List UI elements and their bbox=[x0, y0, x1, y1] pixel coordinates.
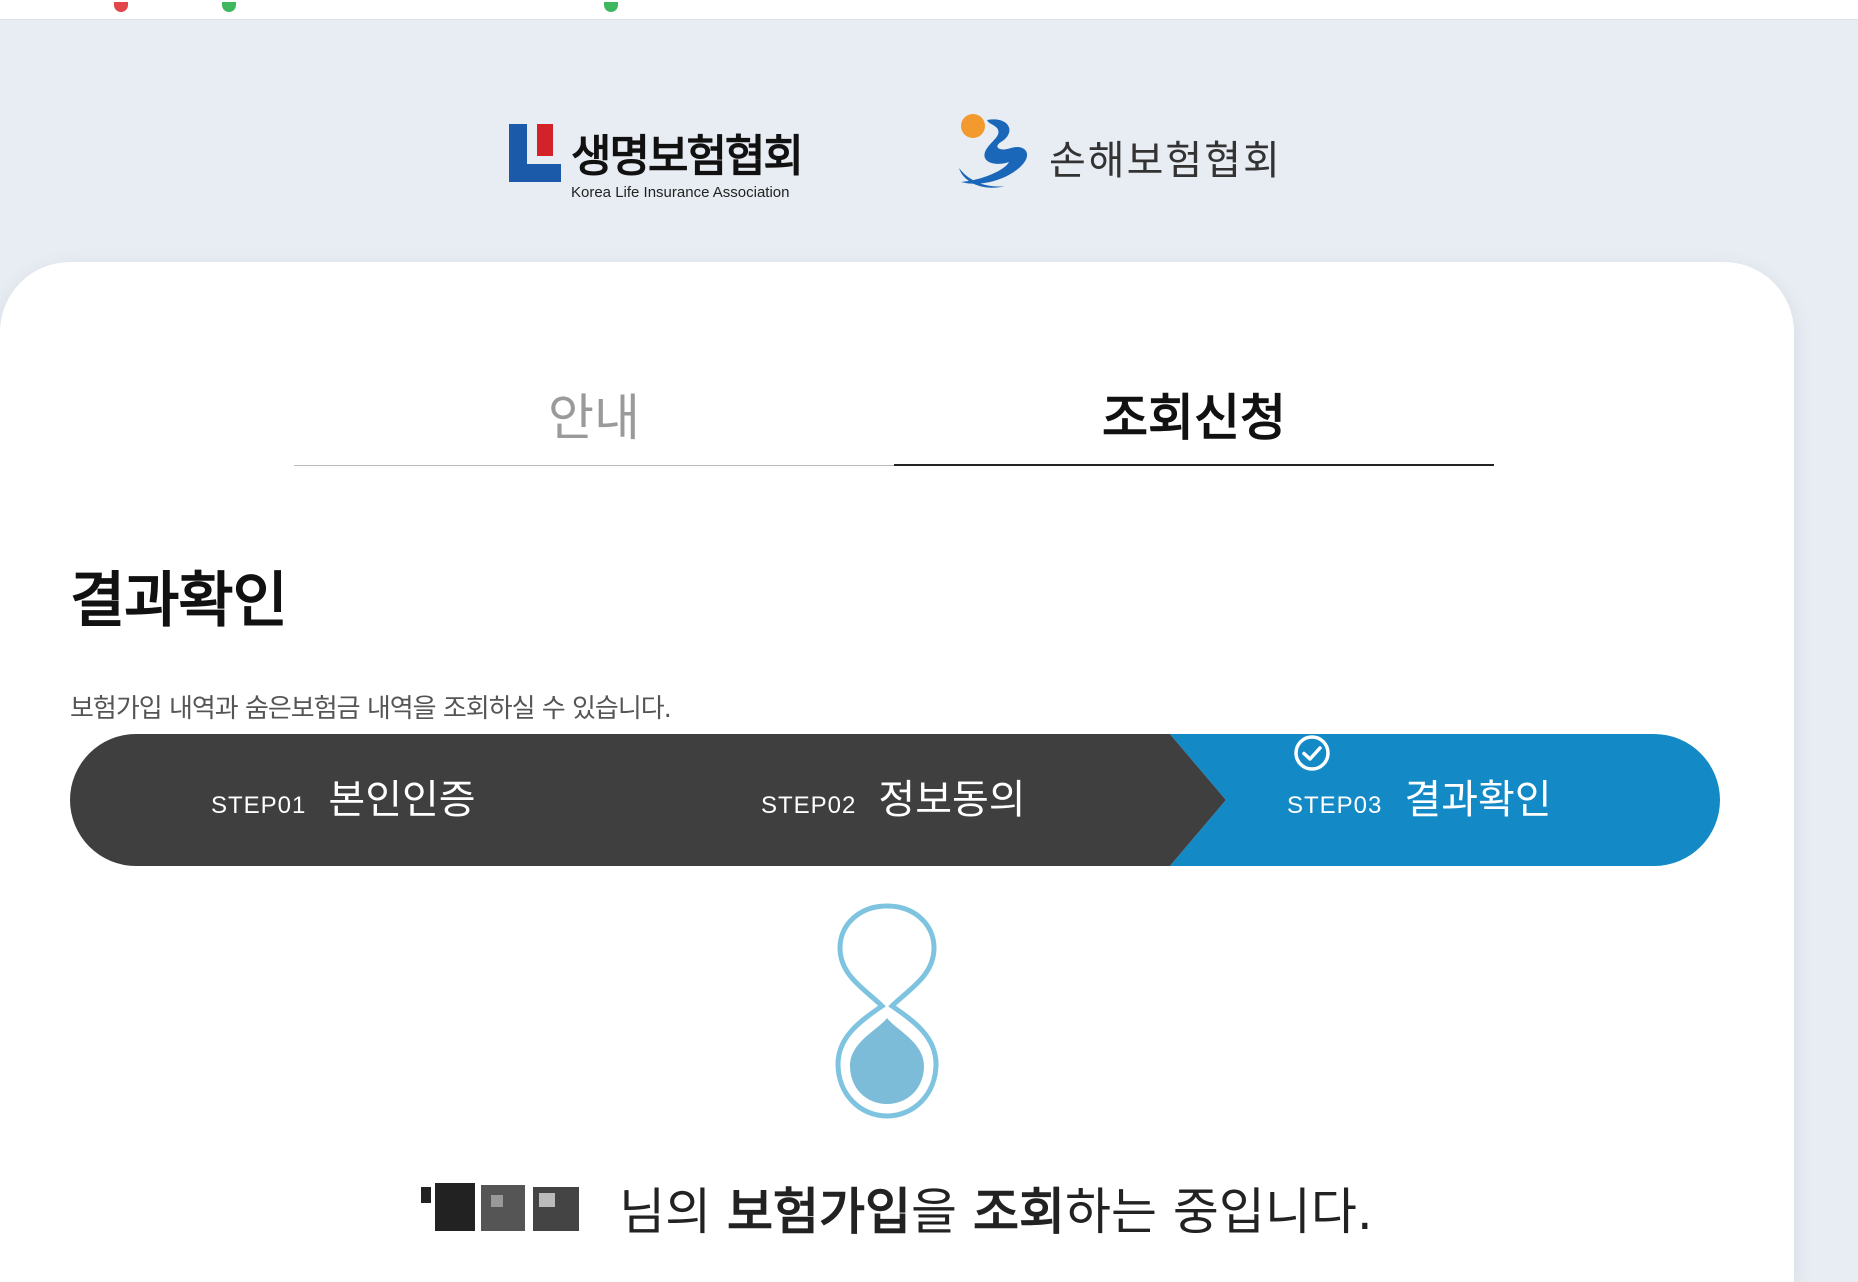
step-2-number: STEP02 bbox=[761, 792, 857, 819]
status-text-3: 하는 중입니다. bbox=[1064, 1183, 1373, 1241]
step-2: STEP02 정보동의 bbox=[761, 734, 1026, 866]
step-1: STEP01 본인인증 bbox=[211, 734, 476, 866]
status-bold-insurance: 보험가입 bbox=[727, 1183, 912, 1241]
status-bold-inquiry: 조회 bbox=[972, 1183, 1065, 1241]
nonlife-association-korean-name: 손해보험협회 bbox=[1049, 138, 1282, 184]
page-title: 결과확인 bbox=[70, 566, 288, 636]
page-description: 보험가입 내역과 숨은보험금 내역을 조회하실 수 있습니다. bbox=[70, 694, 672, 724]
step-3-label: 결과확인 bbox=[1404, 777, 1552, 823]
masked-user-name bbox=[421, 1179, 591, 1235]
tab-guide[interactable]: 안내 bbox=[294, 370, 894, 466]
tab-indicator-icon bbox=[114, 2, 128, 12]
status-text-1: 님의 bbox=[603, 1183, 728, 1241]
step-2-label: 정보동의 bbox=[878, 777, 1026, 823]
step-3: STEP03 결과확인 bbox=[1287, 734, 1552, 866]
tab-indicator-icon bbox=[222, 2, 236, 12]
main-card: 안내 조회신청 결과확인 보험가입 내역과 숨은보험금 내역을 조회하실 수 있… bbox=[0, 262, 1794, 1282]
life-association-korean-name: 생명보험협회 bbox=[571, 131, 804, 182]
tab-indicator-icon bbox=[604, 2, 618, 12]
tab-inquiry-request[interactable]: 조회신청 bbox=[894, 370, 1494, 466]
check-circle-icon bbox=[1294, 735, 1330, 771]
tab-bar: 안내 조회신청 bbox=[294, 370, 1494, 466]
status-text-2: 을 bbox=[911, 1183, 973, 1241]
step-progress-bar: STEP01 본인인증 STEP02 정보동의 STEP03 결과확인 bbox=[70, 734, 1720, 866]
step-1-label: 본인인증 bbox=[328, 777, 476, 823]
browser-top-strip bbox=[0, 0, 1858, 20]
nonlife-insurance-association-logo[interactable]: 손해보험협회 bbox=[953, 112, 1293, 196]
nonlife-association-emblem-icon bbox=[959, 114, 1028, 188]
hourglass-icon bbox=[835, 903, 939, 1119]
life-insurance-association-logo[interactable]: 생명보험협회 Korea Life Insurance Association bbox=[509, 120, 819, 201]
life-association-english-name: Korea Life Insurance Association bbox=[571, 184, 790, 201]
step-3-number: STEP03 bbox=[1287, 792, 1383, 819]
loading-status-message: 님의 보험가입을 조회하는 중입니다. bbox=[0, 1172, 1794, 1244]
header-logos: 생명보험협회 Korea Life Insurance Association … bbox=[0, 100, 1858, 201]
step-1-number: STEP01 bbox=[211, 792, 307, 819]
life-association-emblem-icon bbox=[509, 124, 561, 182]
